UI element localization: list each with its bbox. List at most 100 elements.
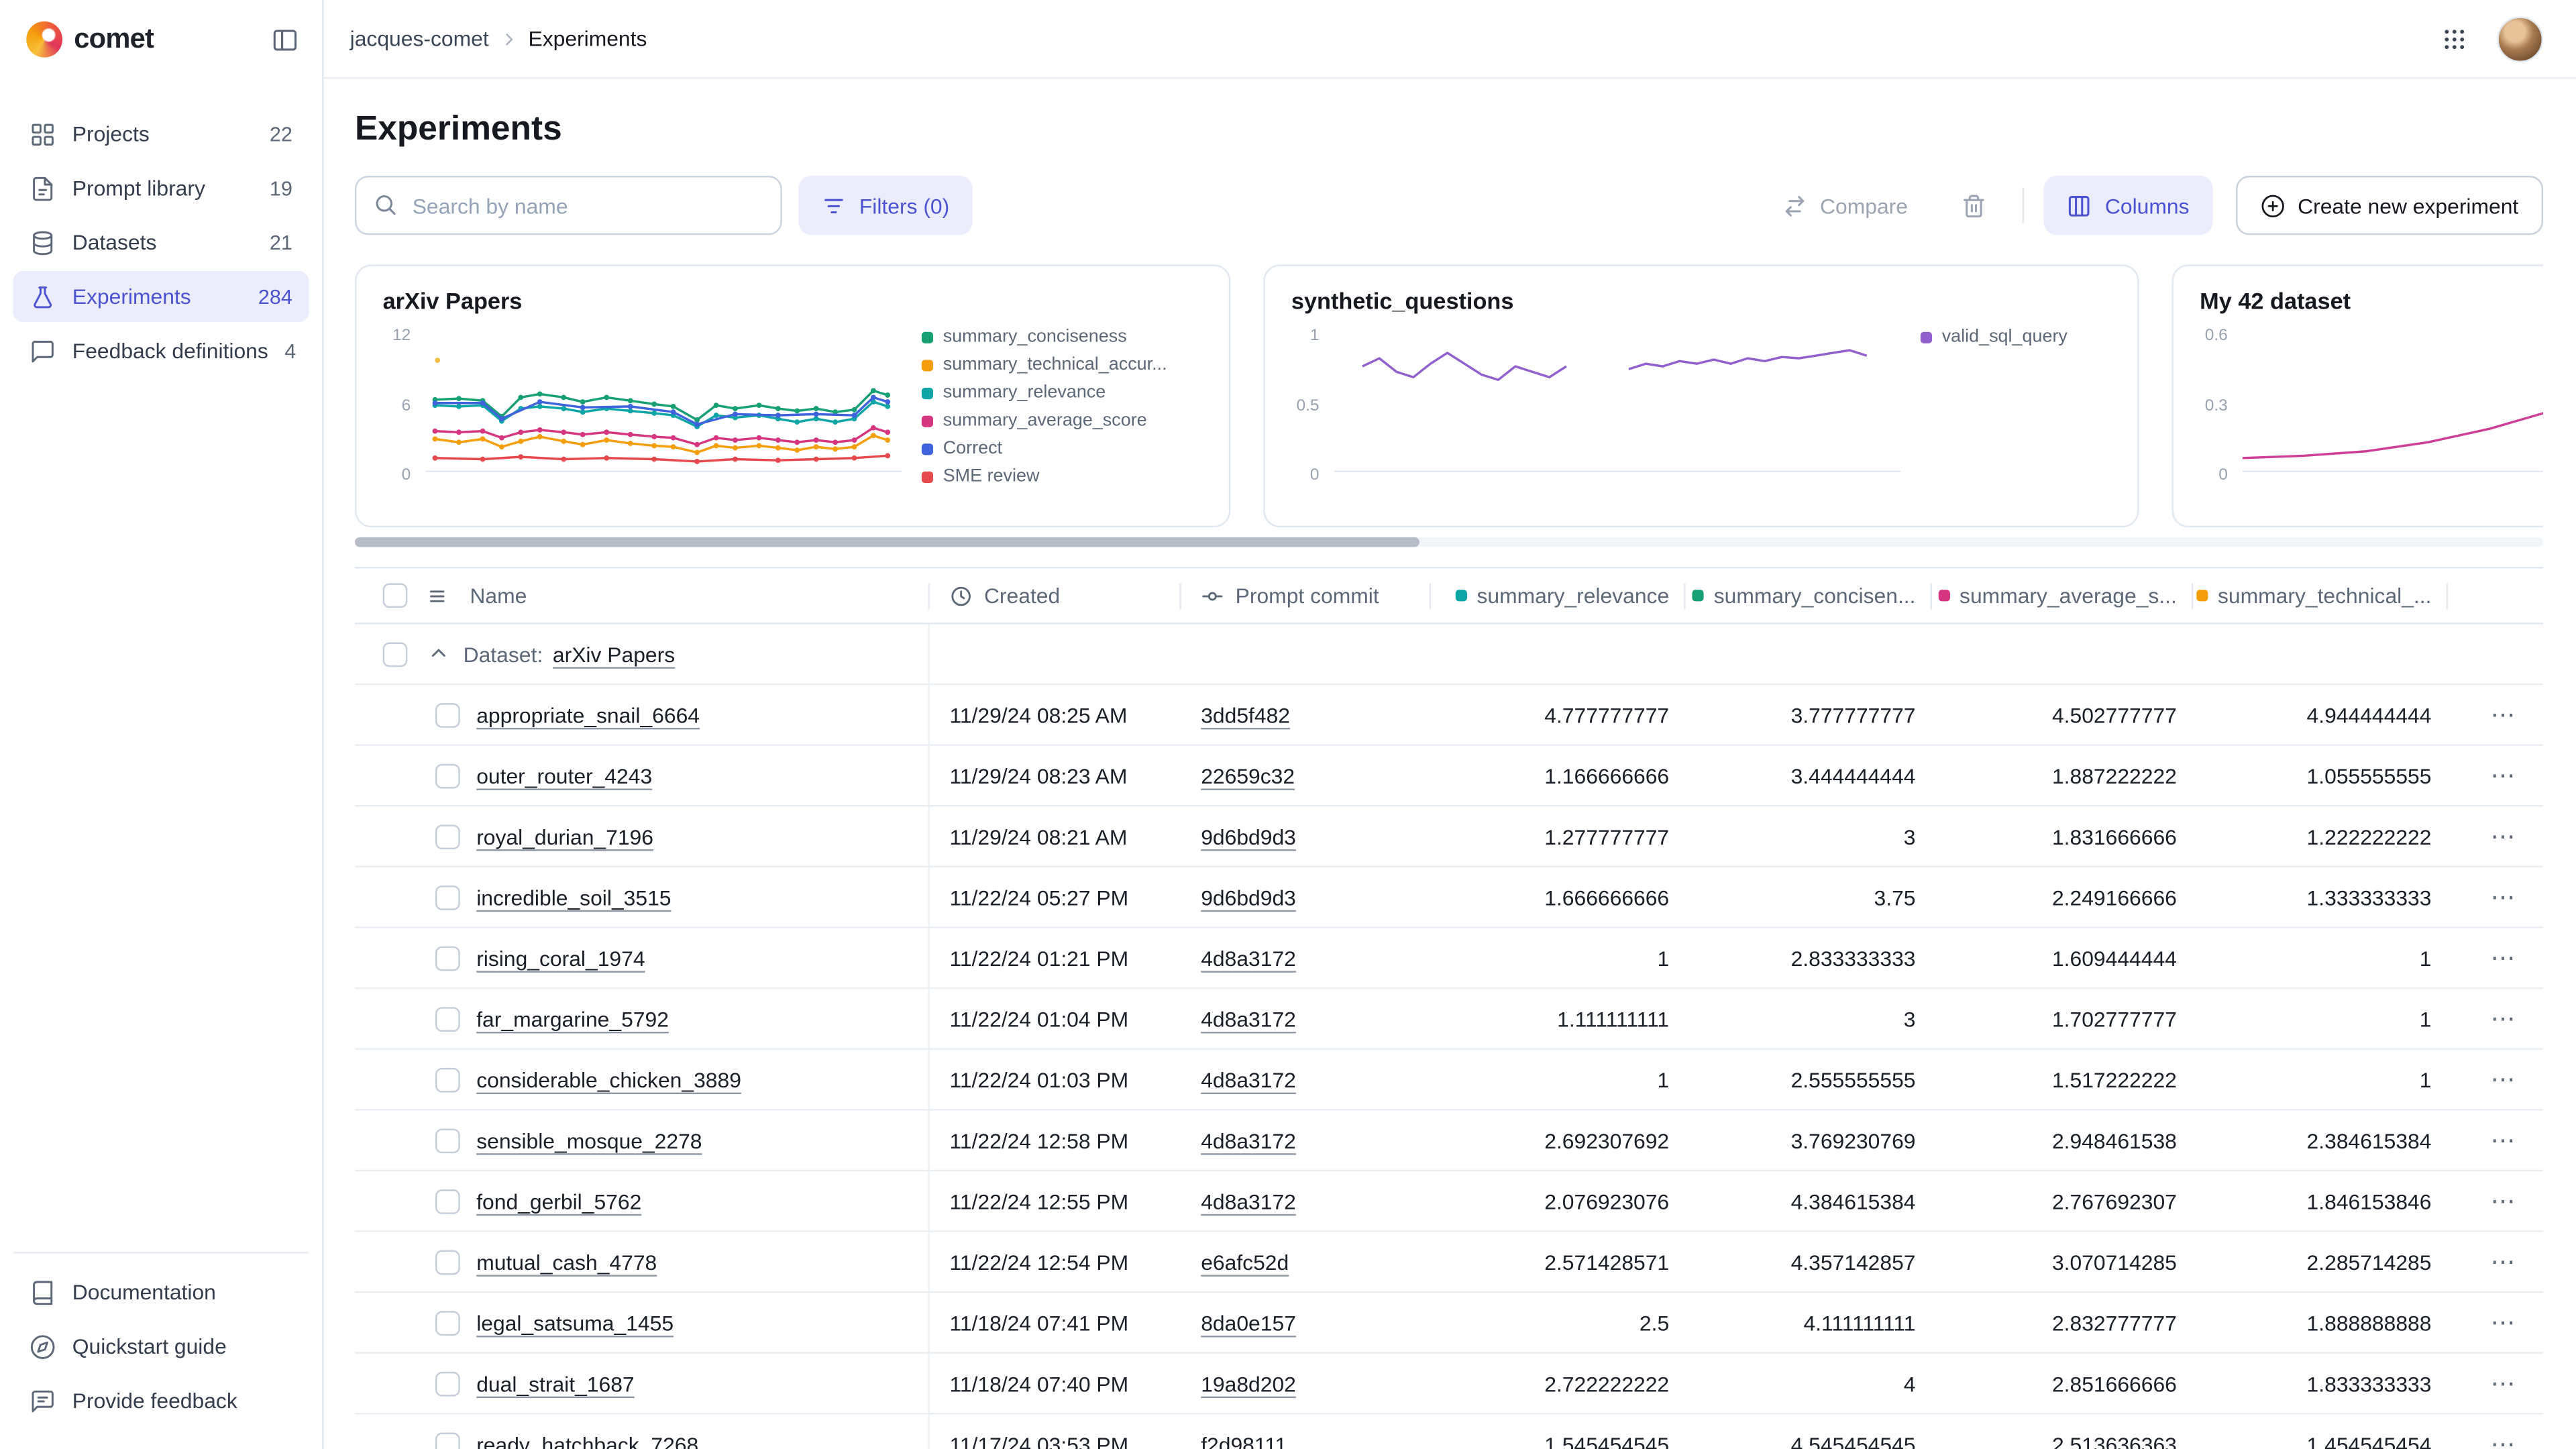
table-row[interactable]: incredible_soil_3515 11/22/24 05:27 PM 9…: [355, 867, 2543, 928]
table-row[interactable]: mutual_cash_4778 11/22/24 12:54 PM e6afc…: [355, 1232, 2543, 1293]
prompt-commit-link[interactable]: 8da0e157: [1201, 1310, 1296, 1335]
sidebar-item-experiments[interactable]: Experiments 284: [13, 271, 309, 322]
experiment-name-link[interactable]: legal_satsuma_1455: [476, 1310, 674, 1335]
prompt-commit-link[interactable]: 3dd5f482: [1201, 702, 1290, 727]
row-actions-button[interactable]: ⋯: [2491, 945, 2517, 970]
columns-button[interactable]: Columns: [2044, 176, 2212, 235]
row-actions-button[interactable]: ⋯: [2491, 1006, 2517, 1031]
sidebar-item-provide-feedback[interactable]: Provide feedback: [13, 1375, 309, 1426]
cards-scrollbar-thumb[interactable]: [355, 537, 1419, 547]
row-actions-button[interactable]: ⋯: [2491, 1189, 2517, 1214]
row-actions-button[interactable]: ⋯: [2491, 1371, 2517, 1396]
prompt-commit-link[interactable]: 4d8a3172: [1201, 1189, 1296, 1214]
experiment-name-link[interactable]: fond_gerbil_5762: [476, 1189, 641, 1214]
row-actions-button[interactable]: ⋯: [2491, 885, 2517, 910]
prompt-commit-link[interactable]: 4d8a3172: [1201, 1128, 1296, 1152]
prompt-commit-link[interactable]: 22659c32: [1201, 763, 1295, 788]
sidebar-item-datasets[interactable]: Datasets 21: [13, 217, 309, 268]
row-checkbox[interactable]: [435, 1310, 460, 1335]
row-checkbox[interactable]: [435, 945, 460, 970]
table-row[interactable]: considerable_chicken_3889 11/22/24 01:03…: [355, 1050, 2543, 1111]
header-prompt-commit[interactable]: Prompt commit: [1181, 568, 1431, 623]
group-checkbox[interactable]: [383, 641, 408, 666]
experiment-name-link[interactable]: mutual_cash_4778: [476, 1249, 657, 1274]
header-summary-technical[interactable]: summary_technical_...: [2193, 568, 2448, 623]
experiment-name-link[interactable]: ready_hatchback_7268: [476, 1432, 698, 1449]
prompt-commit-link[interactable]: e6afc52d: [1201, 1249, 1289, 1274]
row-actions-button[interactable]: ⋯: [2491, 824, 2517, 849]
prompt-commit-link[interactable]: 4d8a3172: [1201, 945, 1296, 970]
row-checkbox[interactable]: [435, 1067, 460, 1092]
row-actions-button[interactable]: ⋯: [2491, 1310, 2517, 1335]
row-checkbox[interactable]: [435, 1249, 460, 1274]
row-actions-button[interactable]: ⋯: [2491, 1067, 2517, 1092]
table-row[interactable]: sensible_mosque_2278 11/22/24 12:58 PM 4…: [355, 1111, 2543, 1172]
row-actions-button[interactable]: ⋯: [2491, 702, 2517, 727]
experiment-name-link[interactable]: dual_strait_1687: [476, 1371, 634, 1396]
apps-grid-button[interactable]: [2441, 25, 2467, 52]
row-checkbox[interactable]: [435, 824, 460, 849]
header-summary-average-score[interactable]: summary_average_s...: [1932, 568, 2193, 623]
dataset-group-row[interactable]: Dataset: arXiv Papers: [355, 625, 2543, 686]
table-row[interactable]: outer_router_4243 11/29/24 08:23 AM 2265…: [355, 746, 2543, 807]
metric-cards-row[interactable]: arXiv Papers 1260 summary_concisenesssum…: [355, 264, 2543, 527]
experiment-name-link[interactable]: appropriate_snail_6664: [476, 702, 700, 727]
prompt-commit-link[interactable]: 4d8a3172: [1201, 1067, 1296, 1092]
sidebar-item-feedback-definitions[interactable]: Feedback definitions 4: [13, 325, 309, 376]
prompt-commit-link[interactable]: 4d8a3172: [1201, 1006, 1296, 1031]
dataset-link[interactable]: arXiv Papers: [553, 641, 675, 666]
table-row[interactable]: dual_strait_1687 11/18/24 07:40 PM 19a8d…: [355, 1354, 2543, 1415]
row-checkbox[interactable]: [435, 885, 460, 910]
table-row[interactable]: legal_satsuma_1455 11/18/24 07:41 PM 8da…: [355, 1293, 2543, 1354]
experiment-name-link[interactable]: outer_router_4243: [476, 763, 652, 788]
header-name[interactable]: Name: [355, 568, 930, 623]
delete-button[interactable]: [1944, 176, 2003, 235]
comet-logo[interactable]: comet: [26, 21, 154, 58]
prompt-commit-link[interactable]: f2d98111: [1201, 1432, 1287, 1449]
row-checkbox[interactable]: [435, 1432, 460, 1449]
create-new-experiment-button[interactable]: Create new experiment: [2235, 176, 2543, 235]
experiment-name-link[interactable]: royal_durian_7196: [476, 824, 653, 849]
sidebar-item-quickstart-guide[interactable]: Quickstart guide: [13, 1321, 309, 1372]
sidebar-item-projects[interactable]: Projects 22: [13, 109, 309, 160]
user-avatar[interactable]: [2497, 15, 2543, 62]
table-row[interactable]: appropriate_snail_6664 11/29/24 08:25 AM…: [355, 685, 2543, 746]
row-checkbox[interactable]: [435, 1128, 460, 1152]
row-checkbox[interactable]: [435, 702, 460, 727]
chevron-up-icon[interactable]: [427, 643, 450, 665]
row-checkbox[interactable]: [435, 1371, 460, 1396]
row-checkbox[interactable]: [435, 763, 460, 788]
row-actions-button[interactable]: ⋯: [2491, 1432, 2517, 1449]
table-row[interactable]: royal_durian_7196 11/29/24 08:21 AM 9d6b…: [355, 806, 2543, 867]
experiment-name-link[interactable]: rising_coral_1974: [476, 945, 645, 970]
search-icon: [373, 193, 398, 217]
select-all-checkbox[interactable]: [383, 583, 408, 608]
compare-button[interactable]: Compare: [1759, 176, 1931, 235]
sidebar-item-prompt-library[interactable]: Prompt library 19: [13, 162, 309, 213]
prompt-commit-link[interactable]: 9d6bd9d3: [1201, 885, 1296, 910]
filters-button[interactable]: Filters (0): [798, 176, 972, 235]
sidebar-item-documentation[interactable]: Documentation: [13, 1267, 309, 1318]
breadcrumb-workspace[interactable]: jacques-comet: [350, 26, 489, 51]
sidebar-collapse-button[interactable]: [271, 25, 299, 54]
table-row[interactable]: fond_gerbil_5762 11/22/24 12:55 PM 4d8a3…: [355, 1171, 2543, 1232]
table-row[interactable]: far_margarine_5792 11/22/24 01:04 PM 4d8…: [355, 989, 2543, 1050]
search-input[interactable]: [355, 176, 782, 235]
row-actions-button[interactable]: ⋯: [2491, 1249, 2517, 1274]
row-checkbox[interactable]: [435, 1006, 460, 1031]
header-summary-conciseness[interactable]: summary_concisen...: [1686, 568, 1932, 623]
table-row[interactable]: rising_coral_1974 11/22/24 01:21 PM 4d8a…: [355, 928, 2543, 989]
experiment-name-link[interactable]: sensible_mosque_2278: [476, 1128, 702, 1152]
prompt-commit-link[interactable]: 19a8d202: [1201, 1371, 1296, 1396]
row-checkbox[interactable]: [435, 1189, 460, 1214]
row-actions-button[interactable]: ⋯: [2491, 763, 2517, 788]
header-summary-relevance[interactable]: summary_relevance: [1431, 568, 1686, 623]
experiment-name-link[interactable]: far_margarine_5792: [476, 1006, 669, 1031]
experiment-name-link[interactable]: considerable_chicken_3889: [476, 1067, 741, 1092]
prompt-commit-link[interactable]: 9d6bd9d3: [1201, 824, 1296, 849]
header-created[interactable]: Created: [930, 568, 1181, 623]
table-row[interactable]: ready_hatchback_7268 11/17/24 03:53 PM f…: [355, 1415, 2543, 1449]
created-cell: 11/17/24 03:53 PM: [930, 1415, 1181, 1449]
row-actions-button[interactable]: ⋯: [2491, 1128, 2517, 1152]
experiment-name-link[interactable]: incredible_soil_3515: [476, 885, 671, 910]
